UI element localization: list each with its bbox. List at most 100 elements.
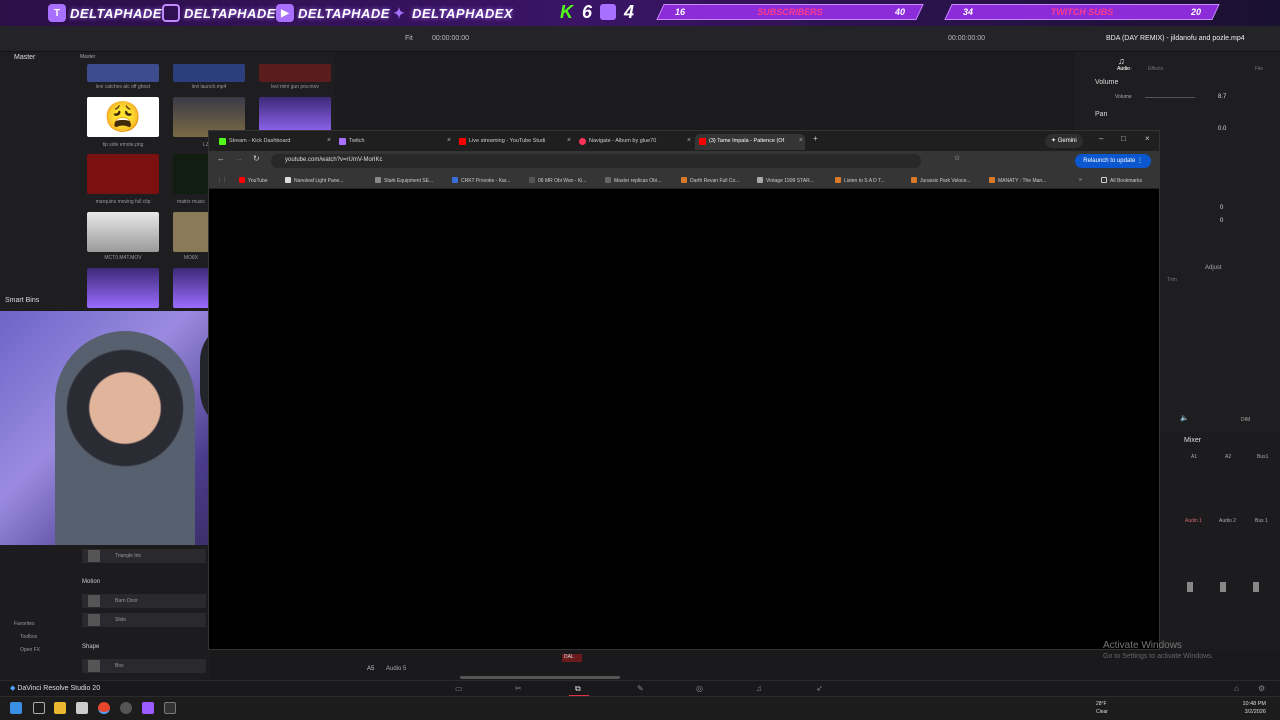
fairlight-page-icon[interactable]: ♫: [756, 684, 762, 693]
timeline-clip[interactable]: DAL: [562, 654, 582, 662]
bookmark[interactable]: Jurassic Park Veloce...: [911, 177, 971, 184]
clip-thumbnail[interactable]: [173, 64, 245, 82]
twitch-icon: [600, 4, 616, 20]
volume-slider[interactable]: [1145, 97, 1195, 98]
fader[interactable]: [1187, 582, 1193, 592]
bookmark[interactable]: Listen to S A D T...: [835, 177, 885, 184]
chevron-right-icon[interactable]: »: [1079, 177, 1082, 183]
close-icon[interactable]: ×: [567, 137, 571, 144]
subs-current: 16: [675, 7, 686, 17]
emote-thumbnail[interactable]: 😩: [87, 97, 159, 137]
address-bar-row: ← → ↻ youtube.com/watch?v=rUmV-MorIKc ☆ …: [209, 151, 1159, 171]
clip-thumbnail[interactable]: [87, 212, 159, 252]
close-icon[interactable]: ×: [327, 137, 331, 144]
maximize-icon[interactable]: □: [1121, 134, 1126, 143]
cut-page-icon[interactable]: ✂: [515, 684, 522, 693]
tab-file[interactable]: File: [1255, 66, 1263, 72]
chrome-icon[interactable]: [98, 702, 110, 714]
tab-audio[interactable]: Audio: [1117, 66, 1130, 72]
settings-icon[interactable]: ⚙: [1258, 684, 1265, 693]
bookmark[interactable]: 06 MR Obi Wan - Ki...: [529, 177, 586, 184]
apps-icon[interactable]: ⋮⋮: [217, 177, 227, 183]
url-input[interactable]: youtube.com/watch?v=rUmV-MorIKc: [271, 154, 921, 168]
bookmark[interactable]: Stark Equipment SE...: [375, 177, 433, 184]
tab-twitch[interactable]: Twitch ×: [335, 134, 453, 150]
forward-icon[interactable]: →: [235, 154, 243, 163]
close-icon[interactable]: ×: [687, 137, 691, 144]
effect-item[interactable]: Slide: [82, 613, 206, 627]
tab-effects[interactable]: Effects: [1148, 66, 1163, 72]
steam-icon[interactable]: [76, 702, 88, 714]
twitch-subs-goal-bar: 34 TWITCH SUBS 20: [944, 4, 1220, 20]
tab-title: Stream - Kick Dashboard: [229, 138, 291, 144]
back-icon[interactable]: ←: [217, 154, 225, 163]
tab-youtube-studio[interactable]: Live streaming - YouTube Studi ×: [455, 134, 573, 150]
timeline-scrollbar[interactable]: [460, 676, 620, 679]
close-icon[interactable]: ×: [447, 137, 451, 144]
color-page-icon[interactable]: ◎: [696, 684, 703, 693]
tab-kick[interactable]: Stream - Kick Dashboard ×: [215, 134, 333, 150]
pan-value[interactable]: 0.0: [1218, 126, 1226, 132]
kick-logo: K: [560, 2, 573, 22]
bookmark[interactable]: Master replicas Obi...: [605, 177, 661, 184]
system-clock[interactable]: 10:48 PM 3/2/2026: [1242, 700, 1266, 716]
fusion-page-icon[interactable]: ✎: [637, 684, 644, 693]
url-text: youtube.com/watch?v=rUmV-MorIKc: [285, 157, 383, 163]
bookmark[interactable]: MANATY : The Man...: [989, 177, 1046, 184]
side-favorites[interactable]: Favorites: [14, 621, 35, 627]
star-icon[interactable]: ☆: [954, 154, 960, 162]
clip-thumbnail[interactable]: [259, 64, 331, 82]
reload-icon[interactable]: ↻: [253, 154, 260, 163]
effect-item[interactable]: Barn Door: [82, 594, 206, 608]
discord-icon[interactable]: [142, 702, 154, 714]
bookmark[interactable]: Nanoleaf Light Pane...: [285, 177, 343, 184]
resolve-logo-icon: ◆: [10, 685, 16, 692]
bookmark[interactable]: Darth Revan Full Co...: [681, 177, 739, 184]
mixer-track: Audio 1: [1185, 518, 1202, 524]
clip-thumbnail[interactable]: [173, 212, 209, 252]
task-view-icon[interactable]: [33, 702, 45, 714]
close-icon[interactable]: ×: [799, 137, 803, 144]
adjust-button[interactable]: Adjust: [1205, 265, 1222, 271]
deliver-page-icon[interactable]: ➶: [816, 684, 823, 693]
effect-item[interactable]: Box: [82, 659, 206, 673]
media-page-icon[interactable]: ▭: [455, 684, 463, 693]
resolve-taskbar-icon[interactable]: [164, 702, 176, 714]
mixer-channel: Bus1: [1257, 454, 1269, 460]
obs-icon[interactable]: [120, 702, 132, 714]
speaker-icon[interactable]: 🔈: [1180, 414, 1189, 422]
effect-item[interactable]: Triangle Iris: [82, 549, 206, 563]
mixer-channel: A1: [1191, 454, 1198, 460]
bookmark[interactable]: Vintage 1999 STAR...: [757, 177, 814, 184]
fader[interactable]: [1220, 582, 1226, 592]
volume-value[interactable]: 8.7: [1218, 94, 1226, 100]
clip-thumbnail[interactable]: [173, 154, 209, 194]
minimize-icon[interactable]: –: [1099, 134, 1103, 143]
file-explorer-icon[interactable]: [54, 702, 66, 714]
clip-thumbnail[interactable]: [87, 64, 159, 82]
edit-page-icon[interactable]: ⧉: [575, 684, 581, 694]
weather-widget[interactable]: 28°F Clear: [1096, 700, 1108, 716]
zoom-select[interactable]: Fit: [405, 35, 413, 42]
all-bookmarks[interactable]: All Bookmarks: [1101, 177, 1142, 184]
video-player[interactable]: [209, 189, 1159, 649]
bin-label[interactable]: Master: [80, 54, 95, 60]
gemini-button[interactable]: ✦ Gemini: [1045, 134, 1083, 148]
home-icon[interactable]: ⌂: [1234, 684, 1239, 693]
dim-button[interactable]: DIM: [1241, 417, 1250, 423]
tab-youtube-active[interactable]: (3) Tame Impala - Patience (Of ×: [695, 134, 805, 150]
fader[interactable]: [1253, 582, 1259, 592]
new-tab-icon[interactable]: +: [813, 134, 818, 143]
relaunch-button[interactable]: Relaunch to update ⋮: [1075, 154, 1151, 168]
side-toolbox[interactable]: Toolbox: [20, 634, 37, 640]
param-value[interactable]: 0: [1220, 218, 1223, 224]
window-close-icon[interactable]: ×: [1145, 134, 1150, 143]
windows-start-icon[interactable]: [10, 702, 22, 714]
tab-album[interactable]: Navigate - Album by glue70 ×: [575, 134, 693, 150]
bookmark[interactable]: CRKT Provoke - Kar...: [452, 177, 510, 184]
clip-thumbnail[interactable]: [87, 154, 159, 194]
param-value[interactable]: 0: [1220, 205, 1223, 211]
side-openfx[interactable]: Open FX: [20, 647, 40, 653]
bookmark[interactable]: YouTube: [239, 177, 268, 184]
smart-bins-header[interactable]: Smart Bins: [0, 297, 210, 309]
